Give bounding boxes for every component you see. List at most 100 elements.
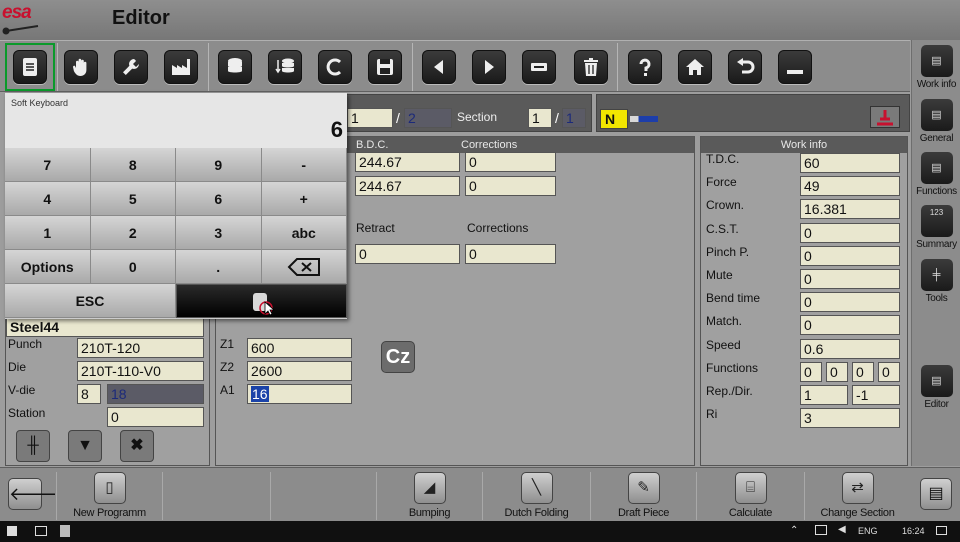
cz-button[interactable]: Cz	[381, 341, 415, 373]
document-icon	[23, 58, 37, 76]
work-info-field[interactable]: 0	[800, 269, 900, 289]
bend-current-field[interactable]: 1	[347, 108, 393, 128]
change-section-button[interactable]: ⇄ Change Section	[804, 472, 910, 520]
station-field[interactable]: 0	[107, 407, 204, 427]
settings-wrench-button[interactable]	[114, 50, 148, 84]
work-info-field[interactable]: 49	[800, 176, 900, 197]
key-9[interactable]: 9	[176, 148, 262, 182]
sidebar-item-label: General	[919, 133, 954, 144]
key-1[interactable]: 1	[5, 216, 91, 250]
key-7[interactable]: 7	[5, 148, 91, 182]
punch-tool-button[interactable]: ╫	[16, 430, 50, 462]
key-options[interactable]: Options	[5, 250, 91, 284]
dir-field[interactable]: -1	[852, 385, 900, 405]
notification-icon[interactable]	[936, 526, 947, 535]
language-indicator[interactable]: ENG	[858, 526, 878, 536]
delete-bend-button[interactable]	[522, 50, 556, 84]
key-6[interactable]: 6	[176, 182, 262, 216]
save-button[interactable]	[368, 50, 402, 84]
clear-button[interactable]	[318, 50, 352, 84]
key-plus[interactable]: +	[261, 182, 347, 216]
function-field-2[interactable]: 0	[826, 362, 848, 382]
undo-button[interactable]	[728, 50, 762, 84]
factory-button[interactable]	[164, 50, 198, 84]
a1-value: 16	[251, 386, 269, 402]
function-field-1[interactable]: 0	[800, 362, 822, 382]
database-button[interactable]	[218, 50, 252, 84]
key-minus[interactable]: -	[261, 148, 347, 182]
program-document-button[interactable]	[13, 50, 47, 84]
die-tool-button[interactable]: ▼	[68, 430, 102, 462]
key-abc[interactable]: abc	[261, 216, 347, 250]
previous-button[interactable]	[422, 50, 456, 84]
function-field-4[interactable]: 0	[878, 362, 900, 382]
network-icon[interactable]	[815, 525, 827, 535]
manual-mode-button[interactable]	[64, 50, 98, 84]
vdie-field-a[interactable]: 8	[77, 384, 101, 404]
key-dot[interactable]: .	[176, 250, 262, 284]
sidebar-item-tools[interactable]: ╪ Tools	[914, 256, 959, 308]
task-view-icon[interactable]	[35, 526, 47, 536]
key-8[interactable]: 8	[90, 148, 176, 182]
key-2[interactable]: 2	[90, 216, 176, 250]
corrections-field-2[interactable]: 0	[465, 176, 556, 196]
bdc-field-1[interactable]: 244.67	[355, 152, 460, 172]
menu-button[interactable]: ▤	[920, 478, 952, 510]
backspace-key[interactable]	[261, 250, 347, 284]
key-5[interactable]: 5	[90, 182, 176, 216]
z1-field[interactable]: 600	[247, 338, 352, 358]
next-button[interactable]	[472, 50, 506, 84]
bdc-field-2[interactable]: 244.67	[355, 176, 460, 196]
app-taskbar-icon[interactable]	[60, 525, 70, 537]
work-info-label: Bend time	[706, 291, 761, 306]
press-brake-icon	[877, 110, 893, 126]
sidebar-item-summary[interactable]: 123 Summary	[914, 202, 959, 254]
work-info-field[interactable]: 16.381	[800, 199, 900, 220]
dutch-folding-button[interactable]: ╲ Dutch Folding	[482, 472, 590, 520]
draft-piece-button[interactable]: ✎ Draft Piece	[590, 472, 696, 520]
work-info-field[interactable]: 0	[800, 222, 900, 243]
corrections-field-1[interactable]: 0	[465, 152, 556, 172]
ri-field[interactable]: 3	[800, 408, 900, 428]
back-button[interactable]: 🡐	[8, 478, 57, 510]
help-button[interactable]	[628, 50, 662, 84]
new-programm-button[interactable]: ▯ New Programm	[56, 472, 162, 520]
key-0[interactable]: 0	[90, 250, 176, 284]
work-info-field[interactable]: 0	[800, 315, 900, 336]
work-info-field[interactable]: 0	[800, 245, 900, 266]
sidebar-item-functions[interactable]: ▤ Functions	[914, 149, 959, 201]
material-field[interactable]: Steel44	[6, 317, 204, 337]
bumping-button[interactable]: ◢ Bumping	[376, 472, 482, 520]
section-current-field[interactable]: 1	[528, 108, 552, 128]
tools-icon: ╪	[920, 259, 953, 291]
retract-field[interactable]: 0	[355, 244, 460, 264]
retract-corrections-field[interactable]: 0	[465, 244, 556, 264]
sidebar-item-editor[interactable]: ▤ Editor	[914, 362, 959, 414]
database-export-button[interactable]	[268, 50, 302, 84]
home-button[interactable]	[678, 50, 712, 84]
work-info-field[interactable]: 0.6	[800, 338, 900, 359]
enter-key[interactable]	[176, 284, 347, 318]
work-info-field[interactable]: 0	[800, 292, 900, 313]
a1-field[interactable]: 16	[247, 384, 352, 404]
remove-tool-button[interactable]: ✖	[120, 430, 154, 462]
sidebar-item-general[interactable]: ▤ General	[914, 96, 959, 148]
work-info-field[interactable]: 60	[800, 153, 900, 173]
die-field[interactable]: 210T-110-V0	[77, 361, 204, 381]
clock[interactable]: 16:24	[902, 526, 925, 536]
minimize-button[interactable]	[778, 50, 812, 84]
trash-button[interactable]	[574, 50, 608, 84]
calculate-button[interactable]: ⌸ Calculate	[696, 472, 804, 520]
key-3[interactable]: 3	[176, 216, 262, 250]
punch-field[interactable]: 210T-120	[77, 338, 204, 358]
rep-field[interactable]: 1	[800, 385, 848, 405]
z2-field[interactable]: 2600	[247, 361, 352, 381]
volume-icon[interactable]: ◀	[838, 524, 846, 535]
function-field-3[interactable]: 0	[852, 362, 874, 382]
esc-key[interactable]: ESC	[5, 284, 176, 318]
windows-start-icon[interactable]	[7, 526, 17, 536]
chevron-up-icon[interactable]: ⌃	[790, 525, 798, 536]
key-4[interactable]: 4	[5, 182, 91, 216]
machine-status-button[interactable]	[870, 106, 900, 128]
sidebar-item-work-info[interactable]: ▤ Work info	[914, 42, 959, 94]
